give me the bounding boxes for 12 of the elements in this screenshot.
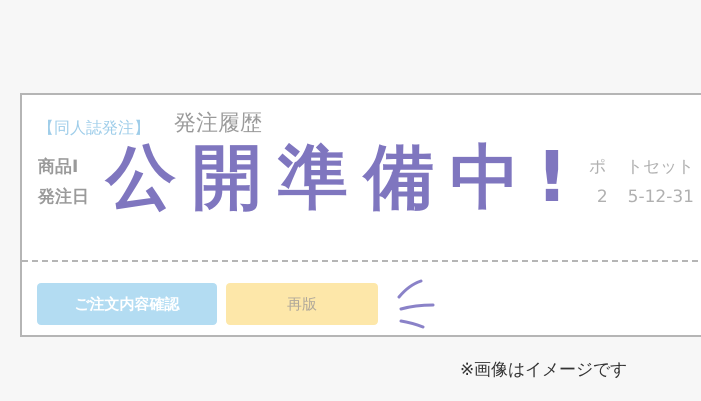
- row-label: 商品I: [38, 156, 80, 180]
- row-value: トセット: [626, 156, 694, 180]
- row-value: 2: [596, 186, 608, 210]
- announcement-text: 公開準備中!: [106, 142, 584, 212]
- caption: ※画像はイメージです: [460, 359, 628, 382]
- card-title: 発注履歴: [174, 110, 262, 138]
- row-label: 発注日: [38, 186, 90, 210]
- action-button[interactable]: 再版: [226, 283, 378, 325]
- category-tag: 【同人誌発注】: [38, 116, 150, 140]
- action-button[interactable]: ご注文内容確認: [37, 283, 217, 325]
- row-value: ポ: [589, 156, 606, 180]
- row-value: 5-12-31: [628, 186, 694, 210]
